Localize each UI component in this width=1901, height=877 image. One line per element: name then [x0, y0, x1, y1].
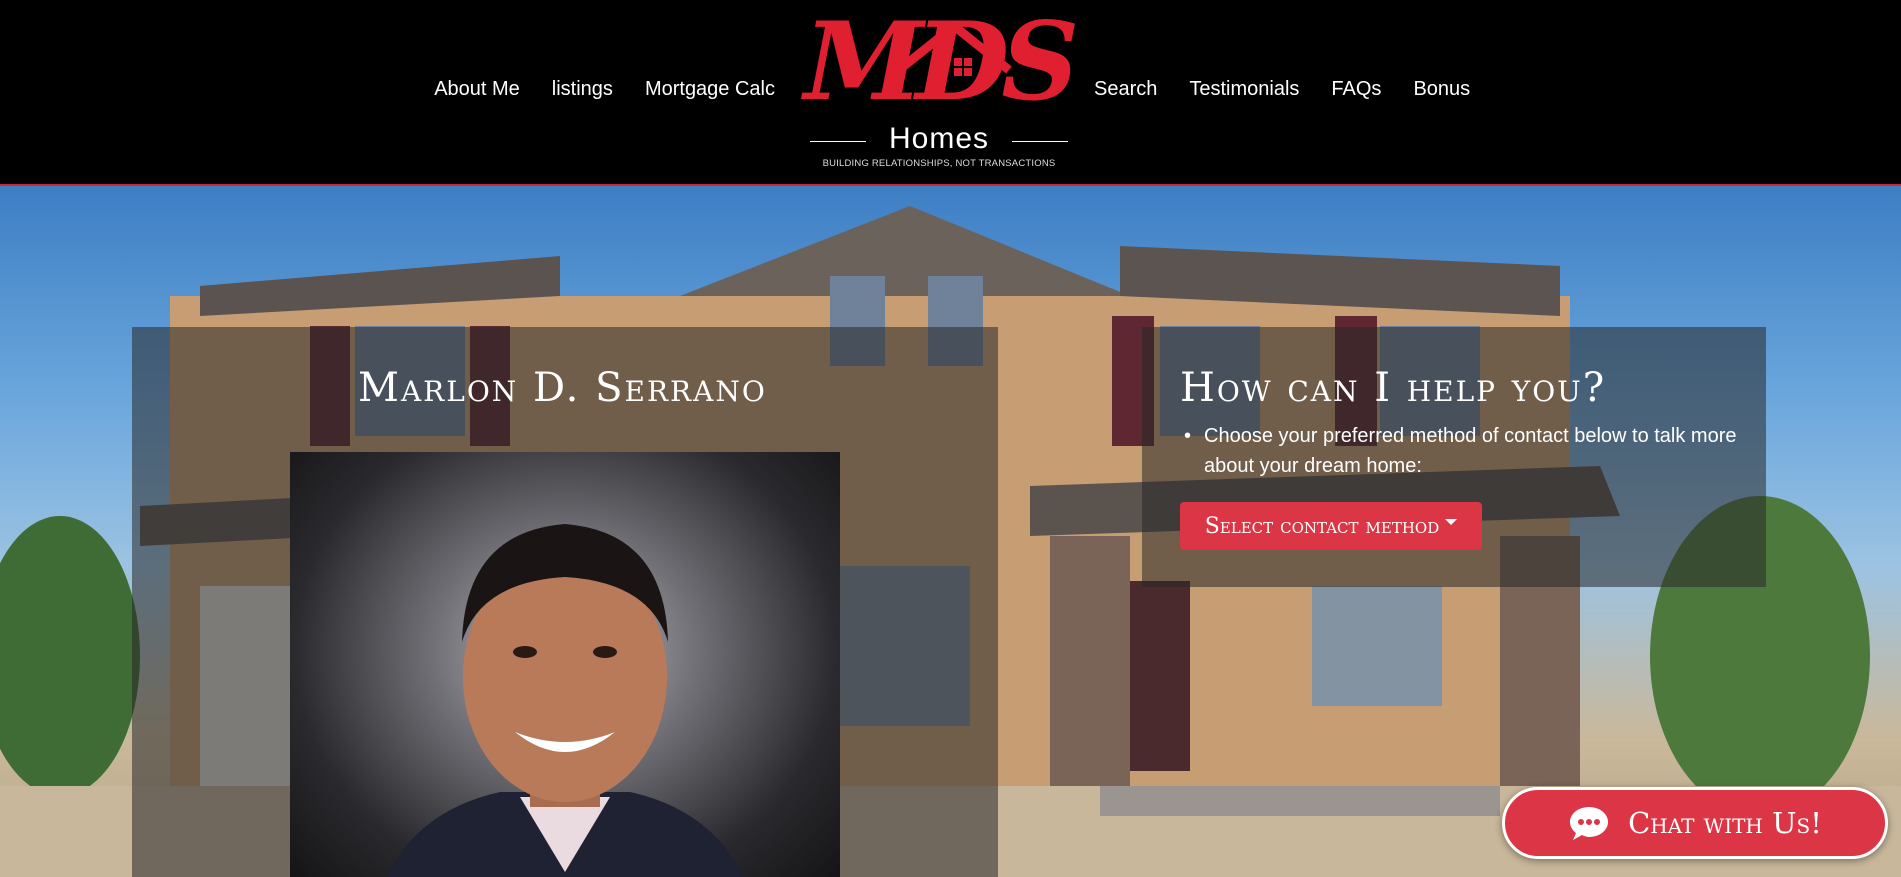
nav-faqs[interactable]: FAQs	[1331, 78, 1381, 101]
help-title: How can I help you?	[1180, 365, 1607, 411]
chat-bubble-icon	[1570, 807, 1609, 840]
chat-label: Chat with Us!	[1628, 806, 1822, 840]
logo-subtitle: Homes	[804, 122, 1074, 156]
nav-right: Search Testimonials FAQs Bonus	[1094, 78, 1470, 101]
site-logo[interactable]: MDS Homes BUILDING RELATIONSHIPS, NOT TR…	[804, 0, 1079, 169]
nav-about-me[interactable]: About Me	[434, 78, 520, 101]
nav-testimonials[interactable]: Testimonials	[1189, 78, 1299, 101]
agent-name: Marlon D. Serrano	[358, 365, 767, 411]
logo-tagline: BUILDING RELATIONSHIPS, NOT TRANSACTIONS	[822, 158, 1056, 169]
nav-listings[interactable]: listings	[552, 78, 613, 101]
help-bullet-list: Choose your preferred method of contact …	[1180, 421, 1740, 481]
site-header: About Me listings Mortgage Calc MDS Home…	[0, 0, 1901, 186]
select-contact-method-button[interactable]: Select contact method	[1180, 502, 1482, 550]
help-panel: How can I help you? Choose your preferre…	[1142, 327, 1766, 587]
logo-letters: MDS	[804, 0, 1079, 125]
agent-photo	[290, 452, 840, 877]
contact-button-label: Select contact method	[1204, 513, 1440, 539]
nav-mortgage-calc[interactable]: Mortgage Calc	[645, 78, 775, 101]
help-bullet: Choose your preferred method of contact …	[1180, 421, 1740, 481]
caret-down-icon	[1445, 519, 1458, 525]
nav-bonus[interactable]: Bonus	[1413, 78, 1470, 101]
chat-with-us-button[interactable]: Chat with Us!	[1502, 787, 1888, 859]
agent-panel: Marlon D. Serrano	[132, 327, 998, 877]
nav-search[interactable]: Search	[1094, 78, 1157, 101]
agent-portrait-icon	[386, 524, 744, 877]
nav-left: About Me listings Mortgage Calc	[434, 78, 775, 101]
